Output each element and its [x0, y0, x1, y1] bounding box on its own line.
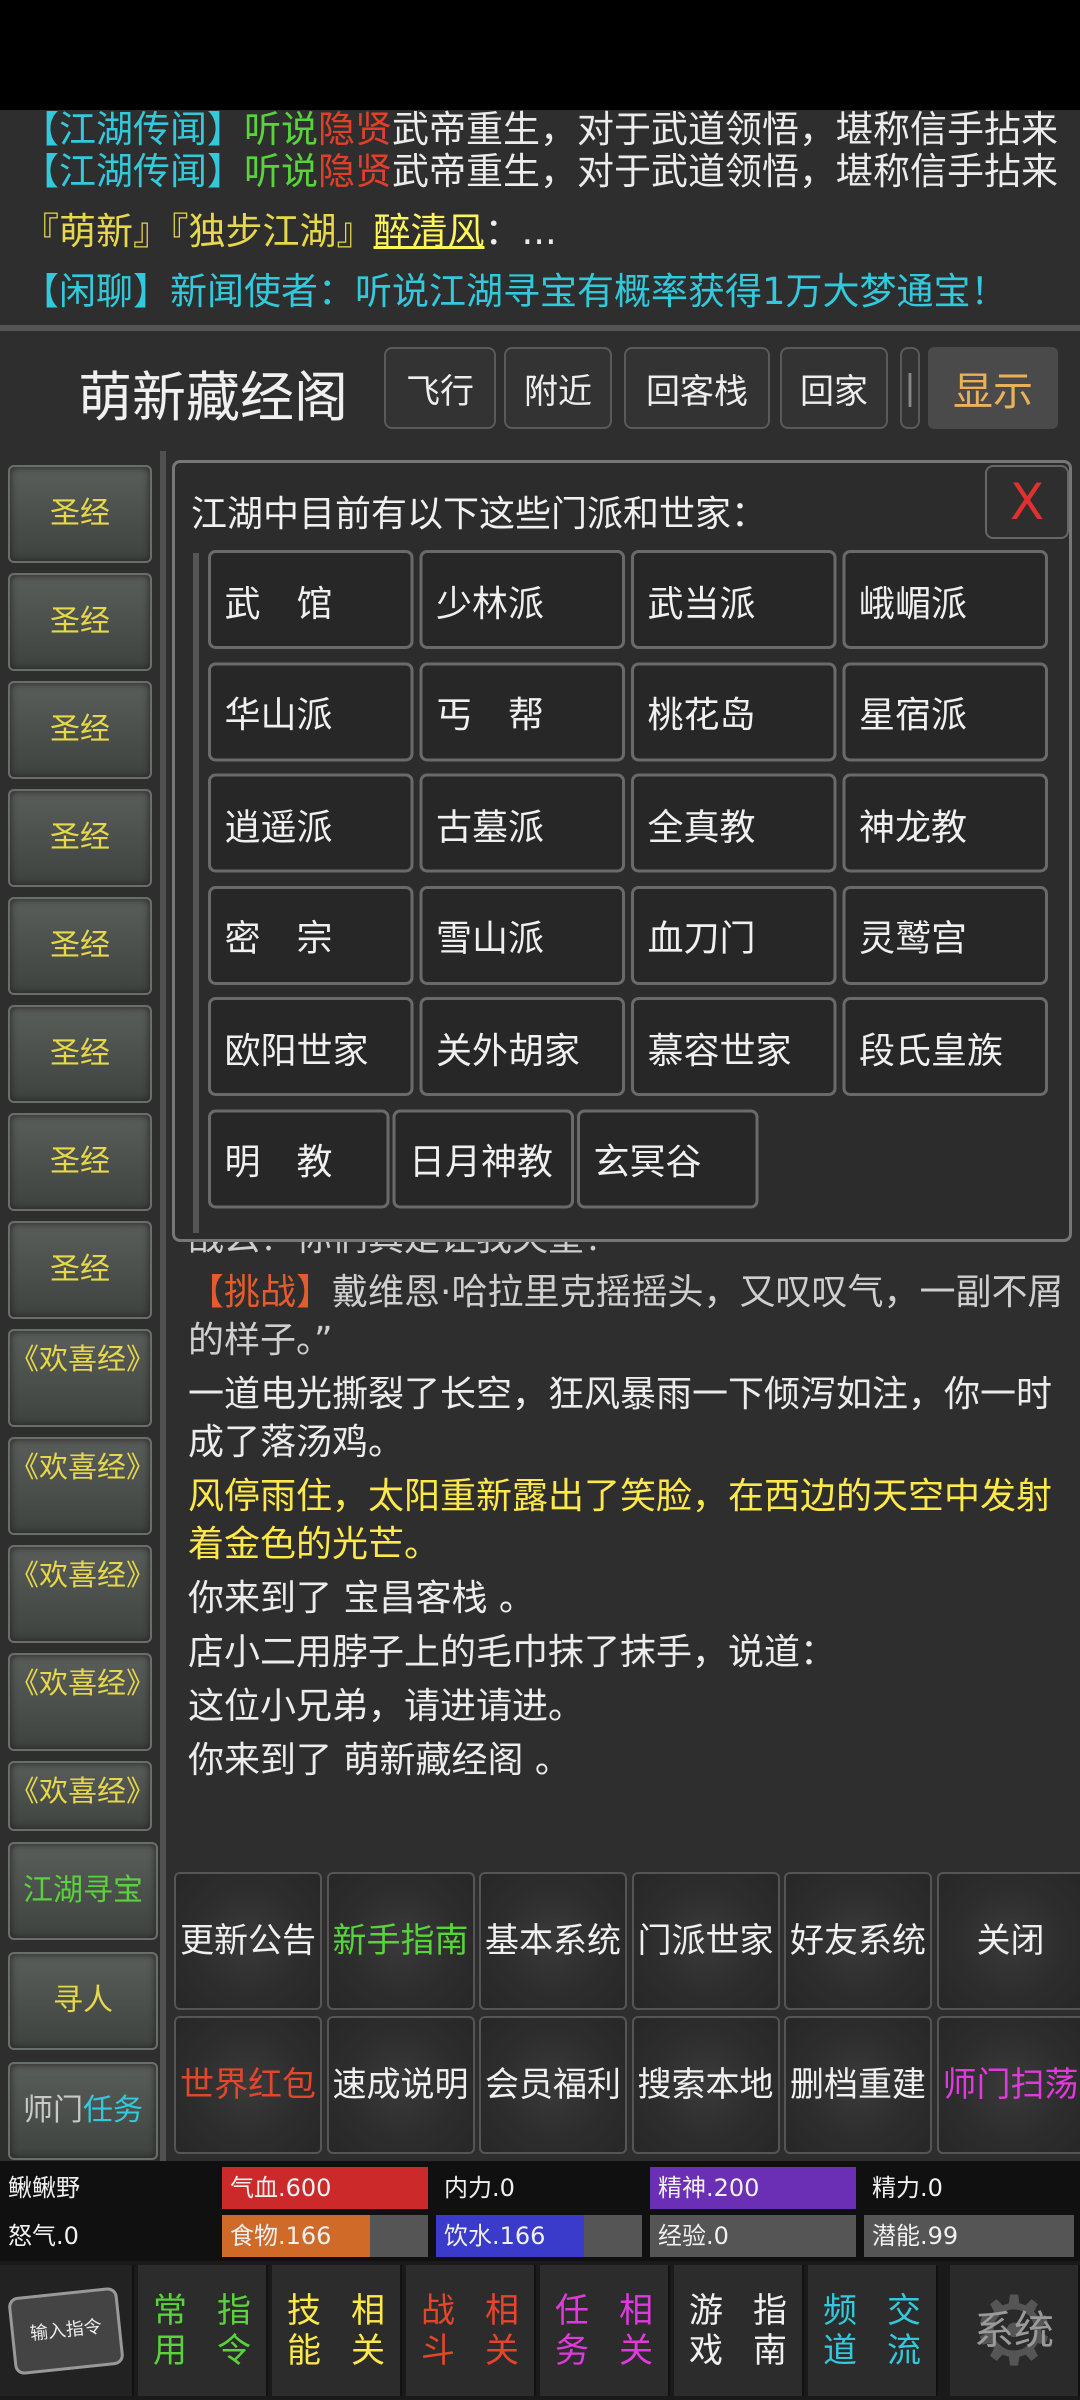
friends-button[interactable]: 好友 系统 [784, 1872, 932, 2010]
news-feed: 【江湖传闻】听说隐贤武帝重生，对于武道领悟，堪称信手拈来 【江湖传闻】听说隐贤武… [0, 110, 1080, 325]
sidebar-item[interactable]: 《欢喜经》 [8, 1545, 152, 1643]
sect-xiaoyao-button[interactable]: 逍遥派 [208, 773, 414, 873]
bottom-nav: 输入指令 ⚙ 系统 常用 指令 技能 相关 战斗 相关 任务 相关 游戏 指南 频道 交流 [0, 2261, 1080, 2400]
search-local-button[interactable]: 搜索 本地 [631, 2016, 780, 2154]
status-bar [0, 0, 1080, 110]
sidebar-item[interactable]: 《欢喜经》 [8, 1761, 152, 1831]
sect-wudang-button[interactable]: 武当派 [631, 550, 837, 649]
nearby-button[interactable]: 附近 [504, 347, 612, 429]
game-guide-nav-button[interactable]: 游戏 指南 [674, 2265, 804, 2396]
combat-nav-button[interactable]: 战斗 相关 [406, 2265, 536, 2396]
keyboard-icon: 输入指令 [7, 2285, 125, 2376]
news-line: 【江湖传闻】听说隐贤武帝重生，对于武道领悟，堪称信手拈来 [22, 150, 1058, 193]
potential-bar: 潜能.99 [864, 2215, 1074, 2257]
sect-quanzhen-button[interactable]: 全真教 [631, 773, 837, 873]
sect-quest-button[interactable]: 师门 任务 [8, 2062, 158, 2160]
jingli-stat: 精力.0 [872, 2174, 943, 2202]
sect-xingxiu-button[interactable]: 星宿派 [842, 661, 1048, 761]
system-button[interactable]: ⚙ 系统 [950, 2265, 1080, 2396]
sidebar-item[interactable]: 圣经 [8, 465, 152, 563]
sect-murong-button[interactable]: 慕容世家 [631, 997, 837, 1096]
skills-nav-button[interactable]: 技能 相关 [272, 2265, 402, 2396]
log-message: 一道电光撕裂了长空，狂风暴雨一下倾泻如注，你一时成了落汤鸡。 [188, 1374, 1053, 1463]
sect-riyue-button[interactable]: 日月神教 [392, 1108, 574, 1208]
sidebar-item[interactable]: 圣经 [8, 789, 152, 887]
sect-duan-button[interactable]: 段氏皇族 [842, 997, 1048, 1096]
hp-bar: 气血.600 [222, 2167, 428, 2209]
sect-ouyang-button[interactable]: 欧阳世家 [208, 997, 414, 1096]
sidebar-divider [160, 451, 166, 2161]
sect-guanwai-hu-button[interactable]: 关外胡家 [419, 997, 625, 1096]
delete-rebuild-button[interactable]: 删档 重建 [784, 2016, 932, 2154]
sidebar-item[interactable]: 圣经 [8, 1221, 152, 1319]
sect-gaibang-button[interactable]: 丐 帮 [419, 661, 625, 761]
sect-wuguan-button[interactable]: 武 馆 [208, 550, 414, 649]
sidebar-item[interactable]: 圣经 [8, 1005, 152, 1103]
character-name: 鳅鳅野 [8, 2174, 80, 2202]
show-button[interactable]: 显示 [928, 347, 1058, 429]
sect-xueshan-button[interactable]: 雪山派 [419, 885, 625, 985]
log-message: 你来到了 萌新藏经阁 。 [188, 1740, 571, 1781]
exp-bar: 经验.0 [650, 2215, 856, 2257]
sect-gumu-button[interactable]: 古墓派 [419, 773, 625, 873]
sidebar-item[interactable]: 圣经 [8, 681, 152, 779]
sect-xuanming-button[interactable]: 玄冥谷 [577, 1108, 759, 1208]
sect-lingjiu-button[interactable]: 灵鹫宫 [842, 885, 1048, 985]
log-message: 店小二用脖子上的毛巾抹了抹手，说道： [188, 1632, 837, 1673]
basic-system-button[interactable]: 基本 系统 [479, 1872, 627, 2010]
sect-family-button[interactable]: 门派 世家 [631, 1872, 780, 2010]
log-message: 这位小兄弟，请进请进。 [188, 1686, 585, 1727]
jingshen-bar: 精神.200 [650, 2167, 856, 2209]
newbie-guide-button[interactable]: 新手 指南 [326, 1872, 475, 2010]
announcement-button[interactable]: 更新 公告 [174, 1872, 322, 2010]
sect-huashan-button[interactable]: 华山派 [208, 661, 414, 761]
nuqi-stat: 怒气.0 [8, 2222, 79, 2250]
sect-shenlong-button[interactable]: 神龙教 [842, 773, 1048, 873]
sect-mizong-button[interactable]: 密 宗 [208, 885, 414, 985]
fly-button[interactable]: 飞行 [384, 347, 496, 429]
more-button[interactable]: | [900, 347, 920, 429]
close-button[interactable]: 关闭 [936, 1872, 1080, 2010]
sidebar-item[interactable]: 圣经 [8, 573, 152, 671]
sidebar-item[interactable]: 《欢喜经》 [8, 1437, 152, 1535]
player-name-link[interactable]: 醉清风 [374, 210, 485, 253]
room-title: 萌新藏经阁 [78, 366, 348, 429]
sect-grid: 武 馆少林派 武当派 峨嵋派华山派丐 帮桃花岛 星宿派逍遥派 古墓派 全真教 神龙教密 宗雪… [175, 463, 1075, 1243]
input-command-button[interactable]: 输入指令 [0, 2265, 134, 2396]
command-grid: 更新 公告 新手 指南 基本 系统 门派 世家 好友 系统关闭世界 红包 速成 说明 会员 福利 搜索 本地 删档… [170, 1868, 1080, 2158]
member-benefits-button[interactable]: 会员 福利 [479, 2016, 627, 2154]
neili-stat: 内力.0 [444, 2174, 515, 2202]
sect-shaolin-button[interactable]: 少林派 [419, 550, 625, 649]
status-panel: 鳅鳅野 气血.600 内力.0 精神.200 精力.0 怒气.0 食物.166 … [0, 2161, 1080, 2261]
find-person-button[interactable]: 寻人 [8, 1952, 158, 2050]
message-log: 战么？你们真是让我失望！” 【挑战】戴维恩·哈拉里克摇摇头，又叹叹气，一副不屑的… [188, 1215, 1068, 1791]
world-red-packet-button[interactable]: 世界 红包 [174, 2016, 322, 2154]
sidebar-item[interactable]: 《欢喜经》 [8, 1329, 152, 1427]
treasure-hunt-button[interactable]: 江湖寻宝 [8, 1842, 158, 1940]
sidebar-item[interactable]: 《欢喜经》 [8, 1653, 152, 1751]
log-message: 风停雨住，太阳重新露出了笑脸，在西边的天空中发射着金色的光芒。 [188, 1476, 1053, 1565]
news-line: 『萌新』『独步江湖』醉清风：... [22, 210, 557, 253]
sect-xuedao-button[interactable]: 血刀门 [631, 885, 837, 985]
go-home-button[interactable]: 回家 [780, 347, 888, 429]
sect-mingjiao-button[interactable]: 明 教 [208, 1108, 390, 1208]
channel-chat-nav-button[interactable]: 频道 交流 [808, 2265, 938, 2396]
quick-guide-button[interactable]: 速成 说明 [326, 2016, 475, 2154]
news-line: 【闲聊】新闻使者：听说江湖寻宝有概率获得1万大梦通宝！ [22, 270, 1008, 313]
sect-list-dialog: 江湖中目前有以下这些门派和世家： X 武 馆少林派 武当派 峨嵋派 华山派丐 帮桃花岛… [172, 460, 1072, 1242]
return-inn-button[interactable]: 回客栈 [624, 347, 770, 429]
log-message: 你来到了 宝昌客栈 。 [188, 1578, 535, 1619]
food-bar: 食物.166 [222, 2215, 428, 2257]
sect-sweep-button[interactable]: 师门 扫荡 [936, 2016, 1080, 2154]
quests-nav-button[interactable]: 任务 相关 [540, 2265, 670, 2396]
common-commands-nav-button[interactable]: 常用 指令 [138, 2265, 268, 2396]
water-bar: 饮水.166 [436, 2215, 642, 2257]
log-message: 【挑战】戴维恩·哈拉里克摇摇头，又叹叹气，一副不屑的样子。” [188, 1272, 1064, 1361]
sect-emei-button[interactable]: 峨嵋派 [842, 550, 1048, 649]
sect-taohuadao-button[interactable]: 桃花岛 [631, 661, 837, 761]
sidebar-item[interactable]: 圣经 [8, 1113, 152, 1211]
sidebar-item[interactable]: 圣经 [8, 897, 152, 995]
room-header: 萌新藏经阁 飞行 附近 回客栈 回家 | 显示 [0, 331, 1080, 451]
